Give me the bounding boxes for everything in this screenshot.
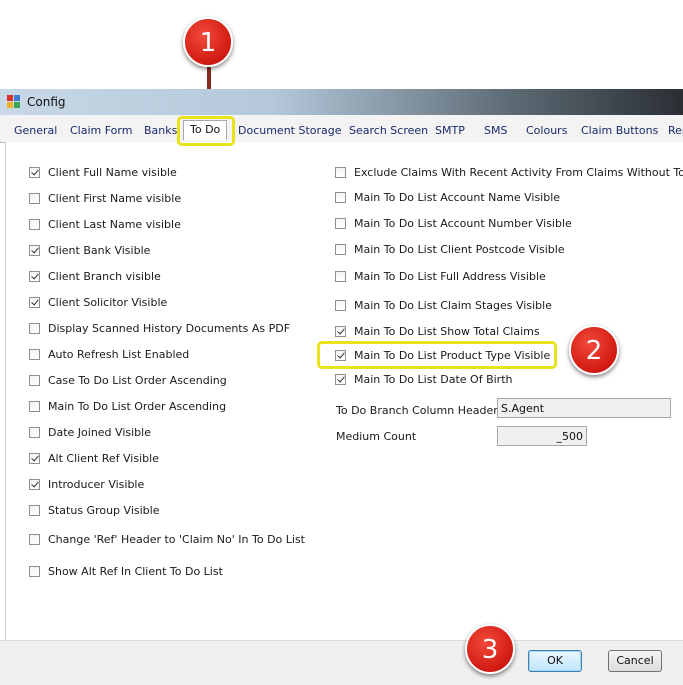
option-main-order-ascending[interactable]: Main To Do List Order Ascending: [29, 400, 226, 413]
checkbox[interactable]: [335, 374, 346, 385]
tab-colours[interactable]: Colours: [526, 124, 567, 137]
checkbox[interactable]: [335, 244, 346, 255]
tab-general[interactable]: General: [14, 124, 57, 137]
tab-claim-buttons[interactable]: Claim Buttons: [581, 124, 658, 137]
option-status-group[interactable]: Status Group Visible: [29, 504, 159, 517]
checkbox[interactable]: [335, 271, 346, 282]
checkbox[interactable]: [335, 192, 346, 203]
tab-sms[interactable]: SMS: [484, 124, 507, 137]
medium-count-input[interactable]: _500: [497, 426, 587, 446]
checkbox[interactable]: [29, 505, 40, 516]
checkbox[interactable]: [29, 167, 40, 178]
checkbox[interactable]: [29, 297, 40, 308]
tab-document-storage[interactable]: Document Storage: [238, 124, 342, 137]
step-marker-2: 2: [569, 325, 619, 375]
option-introducer[interactable]: Introducer Visible: [29, 478, 144, 491]
option-date-of-birth[interactable]: Main To Do List Date Of Birth: [335, 373, 512, 386]
checkbox[interactable]: [335, 326, 346, 337]
tab-claim-form[interactable]: Claim Form: [70, 124, 132, 137]
highlight-product-type-option: [317, 341, 557, 369]
checkbox[interactable]: [29, 401, 40, 412]
ok-button[interactable]: OK: [528, 650, 582, 672]
step-marker-3: 3: [465, 624, 515, 674]
option-client-first-name[interactable]: Client First Name visible: [29, 192, 181, 205]
tab-banks[interactable]: Banks: [144, 124, 177, 137]
option-date-joined[interactable]: Date Joined Visible: [29, 426, 151, 439]
checkbox[interactable]: [29, 219, 40, 230]
option-client-bank[interactable]: Client Bank Visible: [29, 244, 150, 257]
to-do-settings-panel: Client Full Name visible Client First Na…: [5, 142, 683, 640]
option-display-scanned-pdf[interactable]: Display Scanned History Documents As PDF: [29, 322, 290, 335]
option-client-postcode[interactable]: Main To Do List Client Postcode Visible: [335, 243, 565, 256]
checkbox[interactable]: [335, 300, 346, 311]
checkbox[interactable]: [29, 323, 40, 334]
checkbox[interactable]: [29, 479, 40, 490]
checkbox[interactable]: [29, 271, 40, 282]
window-title-bar: Config: [0, 89, 683, 115]
step-marker-1: 1: [183, 17, 233, 67]
option-exclude-recent-activity[interactable]: Exclude Claims With Recent Activity From…: [335, 166, 683, 179]
tab-smtp[interactable]: SMTP: [435, 124, 465, 137]
checkbox[interactable]: [29, 453, 40, 464]
checkbox[interactable]: [335, 167, 346, 178]
app-icon: [7, 95, 20, 108]
window-title: Config: [27, 95, 66, 109]
checkbox[interactable]: [29, 427, 40, 438]
option-alt-client-ref[interactable]: Alt Client Ref Visible: [29, 452, 159, 465]
option-full-address[interactable]: Main To Do List Full Address Visible: [335, 270, 546, 283]
checkbox[interactable]: [335, 218, 346, 229]
checkbox[interactable]: [29, 245, 40, 256]
checkbox[interactable]: [29, 375, 40, 386]
branch-header-label: To Do Branch Column Header:: [336, 404, 502, 417]
option-client-last-name[interactable]: Client Last Name visible: [29, 218, 181, 231]
option-auto-refresh[interactable]: Auto Refresh List Enabled: [29, 348, 189, 361]
option-account-number[interactable]: Main To Do List Account Number Visible: [335, 217, 572, 230]
checkbox[interactable]: [29, 349, 40, 360]
option-claim-stages[interactable]: Main To Do List Claim Stages Visible: [335, 299, 552, 312]
checkbox[interactable]: [29, 566, 40, 577]
option-account-name[interactable]: Main To Do List Account Name Visible: [335, 191, 560, 204]
tab-strip: General Claim Form Banks To Do Document …: [0, 115, 683, 143]
tab-rep[interactable]: Rep: [668, 124, 683, 137]
option-show-total-claims[interactable]: Main To Do List Show Total Claims: [335, 325, 540, 338]
checkbox[interactable]: [29, 193, 40, 204]
option-show-alt-ref[interactable]: Show Alt Ref In Client To Do List: [29, 565, 223, 578]
branch-header-input[interactable]: S.Agent: [497, 398, 671, 418]
option-client-solicitor[interactable]: Client Solicitor Visible: [29, 296, 167, 309]
option-case-order-ascending[interactable]: Case To Do List Order Ascending: [29, 374, 227, 387]
checkbox[interactable]: [29, 534, 40, 545]
dialog-button-bar: OK Cancel: [0, 640, 683, 685]
highlight-to-do-tab: [177, 116, 235, 146]
medium-count-label: Medium Count: [336, 430, 417, 443]
option-client-full-name[interactable]: Client Full Name visible: [29, 166, 177, 179]
cancel-button[interactable]: Cancel: [608, 650, 662, 672]
option-change-ref-header[interactable]: Change 'Ref' Header to 'Claim No' In To …: [29, 533, 305, 546]
option-client-branch[interactable]: Client Branch visible: [29, 270, 161, 283]
tab-search-screen[interactable]: Search Screen: [349, 124, 428, 137]
